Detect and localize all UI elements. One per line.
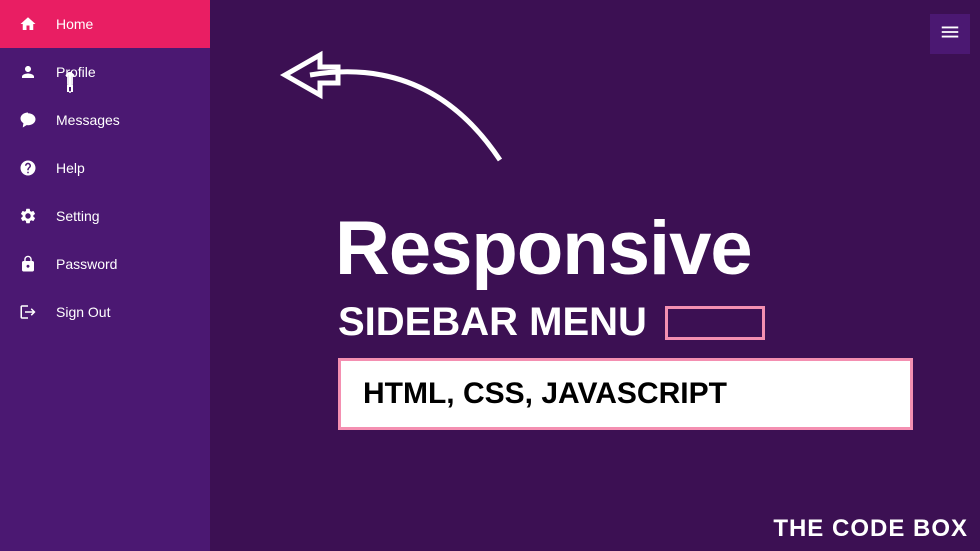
sidebar-item-label: Profile [56, 64, 96, 80]
sidebar-item-label: Home [56, 16, 93, 32]
sidebar-item-label: Messages [56, 112, 120, 128]
subtitle-row: SIDEBAR MENU [338, 300, 765, 345]
home-icon [18, 14, 38, 34]
gear-icon [18, 206, 38, 226]
sidebar-item-profile[interactable]: Profile [0, 48, 210, 96]
sidebar-item-label: Password [56, 256, 117, 272]
signout-icon [18, 302, 38, 322]
lock-icon [18, 254, 38, 274]
comment-icon [18, 110, 38, 130]
sidebar-item-label: Help [56, 160, 85, 176]
decorative-box [665, 306, 765, 340]
hamburger-button[interactable] [930, 14, 970, 54]
main-title: Responsive [335, 205, 752, 292]
arrow-annotation [270, 45, 530, 175]
sidebar: Home Profile Messages Help Setting [0, 0, 210, 551]
subtitle-text: SIDEBAR MENU [338, 300, 647, 345]
sidebar-item-messages[interactable]: Messages [0, 96, 210, 144]
sidebar-item-label: Setting [56, 208, 100, 224]
sidebar-item-label: Sign Out [56, 304, 110, 320]
hamburger-icon [939, 21, 961, 48]
sidebar-item-password[interactable]: Password [0, 240, 210, 288]
main-background: Home Profile Messages Help Setting [0, 0, 980, 551]
question-icon [18, 158, 38, 178]
user-icon [18, 62, 38, 82]
brand-label: THE CODE BOX [773, 515, 968, 543]
sidebar-item-setting[interactable]: Setting [0, 192, 210, 240]
sidebar-item-help[interactable]: Help [0, 144, 210, 192]
sidebar-item-signout[interactable]: Sign Out [0, 288, 210, 336]
sidebar-item-home[interactable]: Home [0, 0, 210, 48]
tech-box: HTML, CSS, JAVASCRIPT [338, 358, 913, 430]
